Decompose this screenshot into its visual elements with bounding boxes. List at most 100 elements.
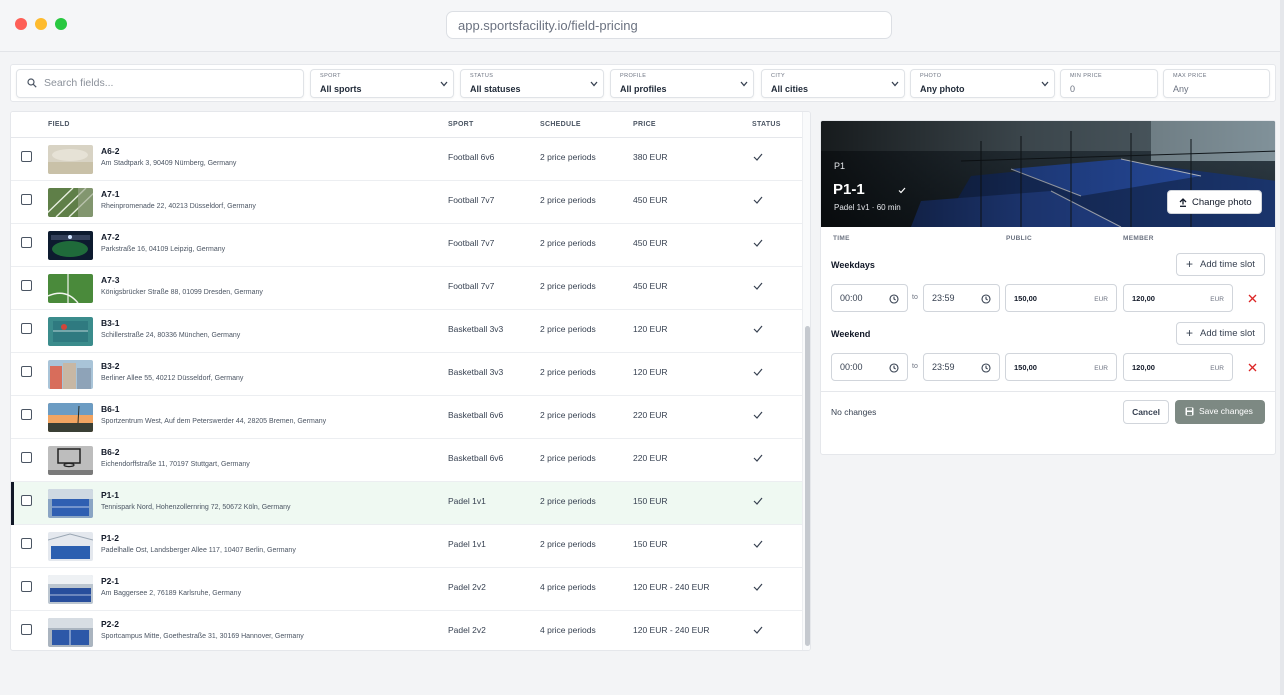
change-photo-button[interactable]: Change photo (1167, 190, 1262, 214)
field-sport: Basketball 6v6 (448, 410, 504, 420)
selected-row-indicator (11, 482, 14, 525)
field-name: A7-3 (101, 275, 120, 285)
weekday-member-price-input[interactable]: 120,00 EUR (1123, 284, 1233, 312)
max-price-input[interactable]: MAX PRICE Any (1163, 69, 1270, 98)
min-price-placeholder: 0 (1070, 84, 1076, 94)
field-sport: Basketball 6v6 (448, 453, 504, 463)
field-address: Königsbrücker Straße 88, 01099 Dresden, … (101, 289, 263, 296)
min-price-input[interactable]: MIN PRICE 0 (1060, 69, 1158, 98)
photo-filter-value: Any photo (920, 84, 965, 94)
save-icon (1185, 407, 1194, 416)
sport-filter-label: SPORT (320, 73, 341, 79)
row-checkbox[interactable] (21, 151, 32, 162)
cancel-button[interactable]: Cancel (1123, 400, 1169, 424)
weekend-end-time-input[interactable]: 23:59 (923, 353, 1000, 381)
row-checkbox[interactable] (21, 538, 32, 549)
weekday-start-time-input[interactable]: 00:00 (831, 284, 908, 312)
footer-divider (821, 391, 1275, 392)
row-checkbox[interactable] (21, 495, 32, 506)
table-row[interactable]: A7-3 Königsbrücker Straße 88, 01099 Dresd… (11, 267, 802, 310)
row-checkbox[interactable] (21, 409, 32, 420)
field-name: P1-2 (101, 533, 119, 543)
field-address: Sportzentrum West, Auf dem Peterswerder … (101, 418, 327, 425)
table-row[interactable]: A7-1 Rheinpromenade 22, 40213 Düsseldorf,… (11, 181, 802, 224)
status-filter-select[interactable]: STATUS All statuses (460, 69, 604, 98)
table-row[interactable]: P1-1 Tennispark Nord, Hohenzollernring 72… (11, 482, 802, 525)
table-row[interactable]: A7-2 Parkstraße 16, 04109 Leipzig, German… (11, 224, 802, 267)
weekend-start-time-input[interactable]: 00:00 (831, 353, 908, 381)
row-checkbox[interactable] (21, 237, 32, 248)
delete-slot-icon[interactable] (1248, 294, 1257, 303)
field-thumbnail (48, 489, 93, 518)
public-column-header: PUBLIC (1006, 235, 1032, 242)
column-header-sport[interactable]: SPORT (448, 121, 474, 128)
search-input[interactable]: Search fields... (16, 69, 304, 98)
weekday-end-time-input[interactable]: 23:59 (923, 284, 1000, 312)
table-row[interactable]: B3-1 Schillerstraße 24, 80336 München, Ge… (11, 310, 802, 353)
field-address: Tennispark Nord, Hohenzollernring 72, 50… (101, 504, 291, 511)
table-row[interactable]: P2-1 Am Baggersee 2, 76189 Karlsruhe, Ger… (11, 568, 802, 611)
field-address: Am Baggersee 2, 76189 Karlsruhe, Germany (101, 590, 242, 597)
row-checkbox[interactable] (21, 280, 32, 291)
plus-icon: + (1186, 326, 1194, 340)
currency-label: EUR (1210, 365, 1224, 372)
time-column-header: TIME (833, 235, 850, 242)
profile-filter-value: All profiles (620, 84, 667, 94)
table-row[interactable]: B3-2 Berliner Allee 55, 40212 Düsseldorf,… (11, 353, 802, 396)
table-row[interactable]: P2-2 Sportcampus Mitte, Goethestraße 31, … (11, 611, 802, 650)
sport-filter-value: All sports (320, 84, 362, 94)
sport-filter-select[interactable]: SPORT All sports (310, 69, 454, 98)
field-name: A7-2 (101, 232, 120, 242)
field-thumbnail (48, 618, 93, 647)
field-schedule: 2 price periods (540, 367, 596, 377)
delete-slot-icon[interactable] (1248, 363, 1257, 372)
weekend-member-price-input[interactable]: 120,00 EUR (1123, 353, 1233, 381)
table-row[interactable]: P1-2 Padelhalle Ost, Landsberger Allee 11… (11, 525, 802, 568)
field-thumbnail (48, 145, 93, 174)
weekend-public-price-input[interactable]: 150,00 EUR (1005, 353, 1117, 381)
column-header-status[interactable]: STATUS (752, 121, 781, 128)
minimize-window-button[interactable] (35, 18, 47, 30)
table-row[interactable]: B6-1 Sportzentrum West, Auf dem Peterswer… (11, 396, 802, 439)
weekday-public-price-input[interactable]: 150,00 EUR (1005, 284, 1117, 312)
close-window-button[interactable] (15, 18, 27, 30)
save-changes-button[interactable]: Save changes (1175, 400, 1265, 424)
row-checkbox[interactable] (21, 581, 32, 592)
city-filter-select[interactable]: CITY All cities (761, 69, 905, 98)
profile-filter-label: PROFILE (620, 73, 647, 79)
status-check-icon (753, 540, 763, 548)
row-checkbox[interactable] (21, 452, 32, 463)
to-separator: to (912, 294, 918, 301)
row-checkbox[interactable] (21, 323, 32, 334)
chevron-down-icon (590, 81, 598, 87)
field-price: 220 EUR (633, 410, 668, 420)
maximize-window-button[interactable] (55, 18, 67, 30)
field-subtitle: Padel 1v1 · 60 min (834, 203, 901, 212)
profile-filter-select[interactable]: PROFILE All profiles (610, 69, 754, 98)
status-check-icon (753, 411, 763, 419)
add-weekday-slot-button[interactable]: + Add time slot (1176, 253, 1265, 276)
min-price-label: MIN PRICE (1070, 73, 1103, 79)
column-header-price[interactable]: PRICE (633, 121, 656, 128)
field-price: 120 EUR (633, 367, 668, 377)
row-checkbox[interactable] (21, 624, 32, 635)
filter-bar: Search fields... SPORT All sports STATUS… (10, 64, 1276, 102)
change-photo-label: Change photo (1192, 197, 1252, 208)
add-weekend-slot-button[interactable]: + Add time slot (1176, 322, 1265, 345)
field-sport: Basketball 3v3 (448, 324, 504, 334)
table-row[interactable]: B6-2 Eichendorffstraße 11, 70197 Stuttgar… (11, 439, 802, 482)
row-checkbox[interactable] (21, 366, 32, 377)
table-row[interactable]: A6-2 Am Stadtpark 3, 90409 Nürnberg, Germ… (11, 138, 802, 181)
plus-icon: + (1186, 257, 1194, 271)
field-price: 450 EUR (633, 281, 668, 291)
column-header-schedule[interactable]: SCHEDULE (540, 121, 581, 128)
table-scrollbar[interactable] (802, 112, 810, 650)
address-bar[interactable]: app.sportsfacility.io/field-pricing (446, 11, 892, 39)
photo-filter-select[interactable]: PHOTO Any photo (910, 69, 1055, 98)
field-price: 220 EUR (633, 453, 668, 463)
field-detail-panel: P1 P1-1 Padel 1v1 · 60 min Change photo … (820, 120, 1276, 455)
search-placeholder: Search fields... (44, 77, 114, 89)
scrollbar-thumb[interactable] (805, 326, 810, 646)
column-header-field[interactable]: FIELD (48, 121, 70, 128)
row-checkbox[interactable] (21, 194, 32, 205)
